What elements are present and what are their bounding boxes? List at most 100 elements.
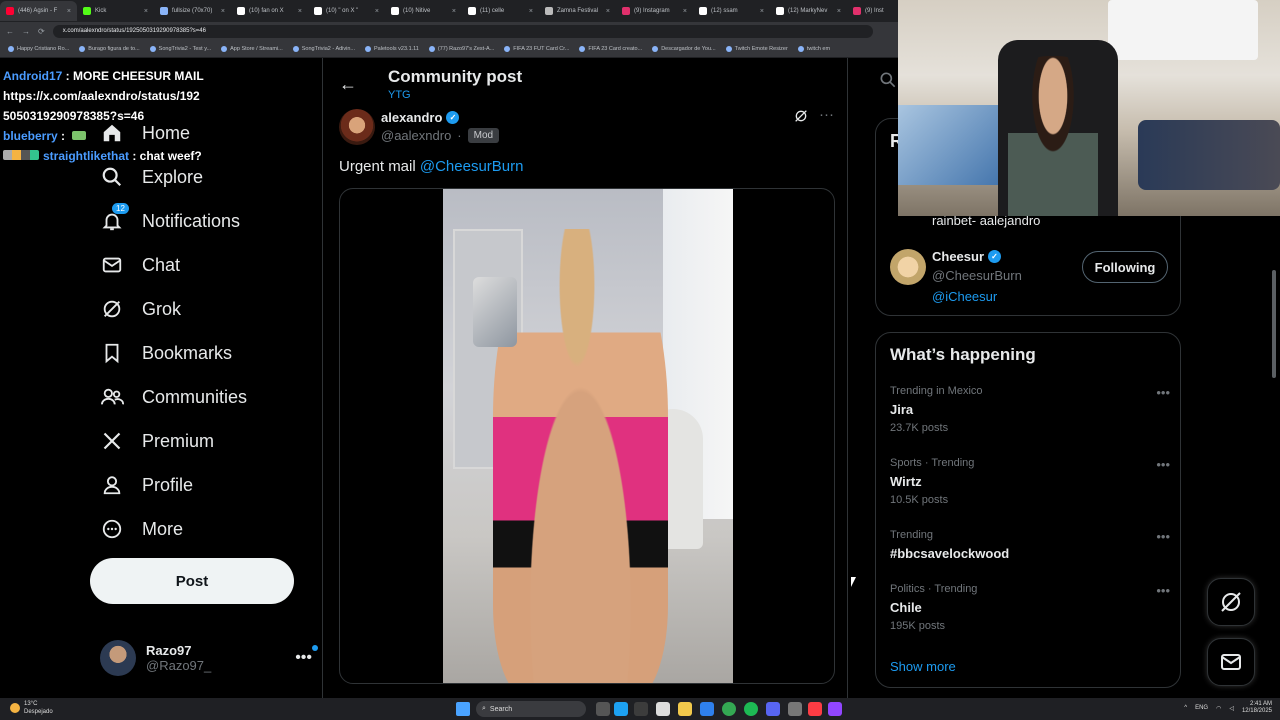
trend-more-icon[interactable]: ••• bbox=[1156, 385, 1170, 400]
grok-icon[interactable] bbox=[793, 108, 809, 128]
spotify-icon[interactable] bbox=[744, 702, 758, 716]
community-name[interactable]: YTG bbox=[388, 89, 411, 101]
url-field[interactable]: x.com/aalexndro/status/19250503192909783… bbox=[52, 24, 873, 38]
bookmark-item[interactable]: Happy Cristiano Ro... bbox=[8, 45, 69, 52]
browser-tab[interactable]: (10) fan on X × bbox=[231, 1, 308, 21]
close-tab-icon[interactable]: × bbox=[221, 8, 225, 15]
nav-bookmarks[interactable]: Bookmarks bbox=[100, 335, 232, 371]
browser-tab[interactable]: (446) Agsin - F × bbox=[0, 1, 77, 21]
chrome-icon[interactable] bbox=[722, 702, 736, 716]
browser-tab[interactable]: (9) Instagram × bbox=[616, 1, 693, 21]
post-more-icon[interactable]: ··· bbox=[819, 106, 834, 123]
browser-tab[interactable]: (12) MarkyNev × bbox=[770, 1, 847, 21]
post-author[interactable]: alexandro ✓ bbox=[381, 110, 460, 125]
reload-icon[interactable]: ⟳ bbox=[38, 27, 45, 36]
bookmark-item[interactable]: twitch em bbox=[797, 45, 830, 52]
close-tab-icon[interactable]: × bbox=[452, 8, 456, 15]
weather-widget[interactable]: 13°C Despejado bbox=[10, 700, 53, 716]
wifi-icon[interactable]: ◠ bbox=[1216, 705, 1221, 712]
settings-icon[interactable] bbox=[788, 702, 802, 716]
close-tab-icon[interactable]: × bbox=[67, 8, 71, 15]
close-tab-icon[interactable]: × bbox=[144, 8, 148, 15]
file-explorer-icon[interactable] bbox=[678, 702, 692, 716]
music-icon[interactable] bbox=[808, 702, 822, 716]
bookmark-favicon-icon bbox=[579, 45, 586, 52]
bookmark-item[interactable]: Paletools v23.1.11 bbox=[365, 45, 419, 52]
close-tab-icon[interactable]: × bbox=[606, 8, 610, 15]
trend-item[interactable]: Trending #bbcsavelockwood ••• bbox=[890, 529, 1170, 585]
close-tab-icon[interactable]: × bbox=[683, 8, 687, 15]
grok-fab-button[interactable] bbox=[1207, 578, 1255, 626]
trend-more-icon[interactable]: ••• bbox=[1156, 457, 1170, 472]
bookmark-item[interactable]: SongTrivia2 - Adivin... bbox=[292, 45, 355, 52]
bookmark-item[interactable]: (77) Razo97's Zest-A... bbox=[428, 45, 494, 52]
show-more-link[interactable]: Show more bbox=[890, 659, 956, 674]
nav-grok[interactable]: Grok bbox=[100, 291, 181, 327]
nav-premium[interactable]: Premium bbox=[100, 423, 214, 459]
follow-name[interactable]: Cheesur ✓ bbox=[932, 249, 1002, 264]
windows-start-icon[interactable] bbox=[456, 702, 470, 716]
close-tab-icon[interactable]: × bbox=[529, 8, 533, 15]
bookmark-item[interactable]: SongTrivia2 - Test y... bbox=[149, 45, 211, 52]
taskbar-search[interactable]: ⌕ Search bbox=[476, 701, 586, 717]
back-arrow-icon[interactable]: ← bbox=[6, 27, 14, 36]
nav-more[interactable]: More bbox=[100, 511, 183, 547]
trend-more-icon[interactable]: ••• bbox=[1156, 529, 1170, 544]
bookmark-item[interactable]: Twitch Emote Resizer bbox=[725, 45, 788, 52]
close-tab-icon[interactable]: × bbox=[375, 8, 379, 15]
trend-name: Chile bbox=[890, 600, 922, 615]
chevron-up-icon[interactable]: ^ bbox=[1184, 705, 1187, 711]
account-switcher[interactable]: Razo97 @Razo97_ ••• bbox=[100, 638, 318, 678]
bookmark-item[interactable]: FIFA 23 FUT Card Cr... bbox=[504, 45, 569, 52]
edge-icon[interactable] bbox=[614, 702, 628, 716]
post-author-avatar[interactable] bbox=[339, 109, 375, 145]
scrollbar-thumb[interactable] bbox=[1272, 270, 1276, 378]
trend-item[interactable]: Sports · Trending Wirtz 10.5K posts ••• bbox=[890, 457, 1170, 513]
app-icon[interactable] bbox=[634, 702, 648, 716]
browser-tab[interactable]: (12) ssam × bbox=[693, 1, 770, 21]
nav-notifications[interactable]: 12 Notifications bbox=[100, 203, 240, 239]
avatar[interactable] bbox=[890, 249, 926, 285]
trend-more-icon[interactable]: ••• bbox=[1156, 583, 1170, 598]
nav-communities[interactable]: Communities bbox=[100, 379, 247, 415]
browser-tab[interactable]: (11) celle × bbox=[462, 1, 539, 21]
trend-item[interactable]: Politics · Trending Chile 195K posts ••• bbox=[890, 583, 1170, 639]
back-arrow-icon[interactable]: ← bbox=[339, 74, 357, 95]
follow-suggestion[interactable]: Cheesur ✓ @CheesurBurn @iCheesur Followi… bbox=[890, 249, 1170, 309]
forward-arrow-icon[interactable]: → bbox=[22, 27, 30, 36]
task-view-icon[interactable] bbox=[596, 702, 610, 716]
bookmark-item[interactable]: Descargador de You... bbox=[652, 45, 716, 52]
nav-chat[interactable]: Chat bbox=[100, 247, 180, 283]
trend-item[interactable]: Trending in Mexico Jira 23.7K posts ••• bbox=[890, 385, 1170, 441]
post-author-handle[interactable]: @aalexndro bbox=[381, 128, 451, 143]
browser-tab[interactable]: Zamna Festival × bbox=[539, 1, 616, 21]
language-indicator[interactable]: ENG bbox=[1195, 705, 1208, 711]
browser-tab[interactable]: Kick × bbox=[77, 1, 154, 21]
close-tab-icon[interactable]: × bbox=[760, 8, 764, 15]
twitch-icon[interactable] bbox=[828, 702, 842, 716]
nav-chat-label: Chat bbox=[142, 254, 181, 275]
close-tab-icon[interactable]: × bbox=[298, 8, 302, 15]
bookmark-item[interactable]: Burago figura de to... bbox=[79, 45, 140, 52]
post-video[interactable] bbox=[443, 189, 733, 683]
browser-tab[interactable]: (10) Nitive × bbox=[385, 1, 462, 21]
volume-icon[interactable]: ◁ bbox=[1229, 705, 1234, 712]
bookmark-item[interactable]: FIFA 23 Card creato... bbox=[579, 45, 642, 52]
following-button[interactable]: Following bbox=[1082, 251, 1168, 283]
mention-link[interactable]: @CheesurBurn bbox=[420, 158, 524, 175]
discord-icon[interactable] bbox=[766, 702, 780, 716]
nav-profile[interactable]: Profile bbox=[100, 467, 193, 503]
clock[interactable]: 2:41 AM 12/18/2025 bbox=[1242, 701, 1272, 715]
store-icon[interactable] bbox=[656, 702, 670, 716]
mail-app-icon[interactable] bbox=[700, 702, 714, 716]
account-more-icon[interactable]: ••• bbox=[295, 645, 318, 667]
browser-tab[interactable]: (10) " on X " × bbox=[308, 1, 385, 21]
follow-bio-link[interactable]: @iCheesur bbox=[932, 289, 997, 304]
bookmark-item[interactable]: App Store / Streami... bbox=[221, 45, 283, 52]
browser-tab[interactable]: fullsize (70x70) × bbox=[154, 1, 231, 21]
close-tab-icon[interactable]: × bbox=[837, 8, 841, 15]
post-media[interactable] bbox=[339, 188, 835, 684]
post-button[interactable]: Post bbox=[90, 558, 294, 604]
messages-fab-button[interactable] bbox=[1207, 638, 1255, 686]
tab-favicon-icon bbox=[699, 7, 707, 15]
